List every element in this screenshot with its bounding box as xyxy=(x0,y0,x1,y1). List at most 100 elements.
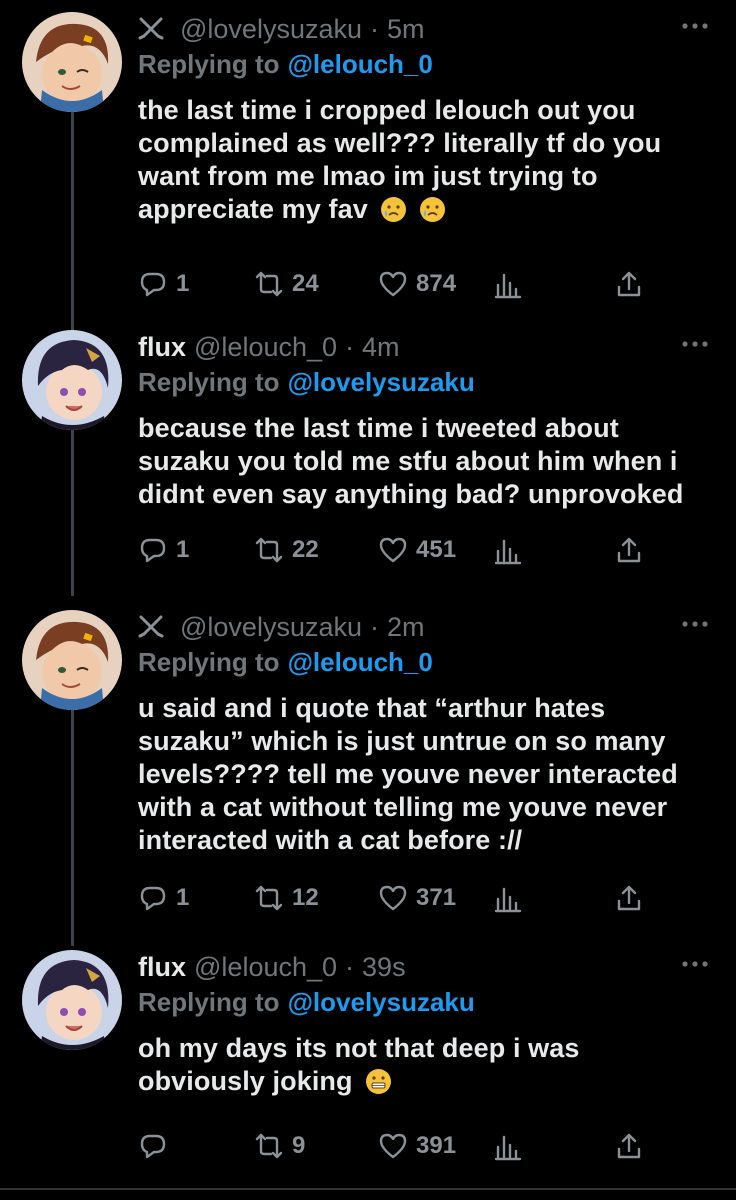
share-button[interactable] xyxy=(614,1126,652,1166)
user-handle[interactable]: @lelouch_0 xyxy=(194,952,337,983)
like-button[interactable]: 391 xyxy=(378,1126,456,1166)
analytics-icon xyxy=(494,887,522,913)
tweet[interactable]: flux @lelouch_0 · 4m Replying to @lovely… xyxy=(0,330,736,590)
like-button[interactable]: 451 xyxy=(378,530,456,570)
reply-button[interactable] xyxy=(138,1126,176,1166)
like-button[interactable]: 874 xyxy=(378,264,456,304)
share-icon xyxy=(617,1133,641,1159)
share-icon xyxy=(617,271,641,297)
timestamp[interactable]: 5m xyxy=(387,14,425,45)
reply-icon xyxy=(140,1134,166,1159)
like-count: 451 xyxy=(416,536,457,563)
like-icon xyxy=(379,885,407,911)
timestamp[interactable]: 2m xyxy=(387,612,425,643)
grimacing-face-emoji xyxy=(366,1069,392,1094)
timestamp[interactable]: 39s xyxy=(362,952,406,983)
retweet-button[interactable]: 22 xyxy=(254,530,319,570)
retweet-button[interactable]: 9 xyxy=(254,1126,305,1166)
like-button[interactable]: 371 xyxy=(378,878,456,918)
avatar[interactable] xyxy=(22,950,122,1050)
share-button[interactable] xyxy=(614,878,652,918)
retweet-button[interactable]: 24 xyxy=(254,264,319,304)
retweet-icon xyxy=(255,271,283,297)
display-name[interactable]: flux xyxy=(138,952,186,983)
share-button[interactable] xyxy=(614,530,652,570)
retweet-icon xyxy=(255,885,283,911)
retweet-count: 22 xyxy=(292,536,319,563)
reply-to-link[interactable]: @lovelysuzaku xyxy=(288,987,475,1018)
retweet-button[interactable]: 12 xyxy=(254,878,319,918)
replying-to: Replying to @lelouch_0 xyxy=(138,644,698,680)
tweet[interactable]: @lovelysuzaku · 5m Replying to @lelouch_… xyxy=(0,12,736,312)
tweet-text-content: oh my days its not that deep i was obvio… xyxy=(138,1033,580,1096)
more-icon[interactable] xyxy=(680,616,710,627)
reply-button[interactable]: 1 xyxy=(138,530,189,570)
retweet-icon xyxy=(255,537,283,563)
reply-to-link[interactable]: @lelouch_0 xyxy=(288,647,433,678)
like-icon xyxy=(379,537,407,563)
tweet[interactable]: flux @lelouch_0 · 39s Replying to @lovel… xyxy=(0,950,736,1180)
analytics-button[interactable] xyxy=(494,1126,532,1166)
user-handle[interactable]: @lelouch_0 xyxy=(194,332,337,363)
display-name[interactable]: flux xyxy=(138,332,186,363)
user-handle[interactable]: @lovelysuzaku xyxy=(180,612,362,643)
tweet-actions: 1 24 874 xyxy=(138,264,658,304)
replying-to-label: Replying to xyxy=(138,366,280,397)
analytics-icon xyxy=(494,539,522,565)
like-count: 874 xyxy=(416,270,457,297)
reply-count: 1 xyxy=(176,270,190,297)
reply-button[interactable]: 1 xyxy=(138,264,189,304)
reply-count: 1 xyxy=(176,536,190,563)
tweet-text-content: u said and i quote that “arthur hates su… xyxy=(138,693,678,855)
reply-to-link[interactable]: @lelouch_0 xyxy=(288,49,433,80)
reply-count: 1 xyxy=(176,884,190,911)
replying-to: Replying to @lelouch_0 xyxy=(138,46,698,82)
tweet-header: flux @lelouch_0 · 4m xyxy=(138,330,698,364)
crying-face-emoji xyxy=(381,197,407,222)
tweet[interactable]: @lovelysuzaku · 2m Replying to @lelouch_… xyxy=(0,610,736,940)
separator-dot: · xyxy=(370,13,379,44)
divider xyxy=(0,1188,736,1190)
replying-to-label: Replying to xyxy=(138,48,280,79)
like-icon xyxy=(379,1133,407,1159)
avatar[interactable] xyxy=(22,330,122,430)
tweet-text: because the last time i tweeted about su… xyxy=(138,412,698,511)
reply-icon xyxy=(140,538,166,563)
share-button[interactable] xyxy=(614,264,652,304)
tweet-text: the last time i cropped lelouch out you … xyxy=(138,94,698,226)
tweet-header: flux @lelouch_0 · 39s xyxy=(138,950,698,984)
avatar[interactable] xyxy=(22,12,122,112)
swords-icon xyxy=(138,16,164,42)
reply-icon xyxy=(140,886,166,911)
more-icon[interactable] xyxy=(680,956,710,967)
more-icon[interactable] xyxy=(680,336,710,347)
replying-to: Replying to @lovelysuzaku xyxy=(138,364,698,400)
share-icon xyxy=(617,537,641,563)
analytics-button[interactable] xyxy=(494,878,532,918)
tweet-text: oh my days its not that deep i was obvio… xyxy=(138,1032,698,1098)
user-handle[interactable]: @lovelysuzaku xyxy=(180,14,362,45)
analytics-icon xyxy=(494,1135,522,1161)
tweet-actions: 9 391 xyxy=(138,1126,658,1166)
separator-dot: · xyxy=(345,951,355,982)
reply-icon xyxy=(140,272,166,297)
tweet-text-content: because the last time i tweeted about su… xyxy=(138,413,684,509)
analytics-button[interactable] xyxy=(494,264,532,304)
conversation-thread: @lovelysuzaku · 5m Replying to @lelouch_… xyxy=(0,0,736,1200)
reply-button[interactable]: 1 xyxy=(138,878,189,918)
separator-dot: · xyxy=(345,331,355,362)
analytics-button[interactable] xyxy=(494,530,532,570)
separator-dot: · xyxy=(370,611,379,642)
replying-to-label: Replying to xyxy=(138,986,280,1017)
reply-to-link[interactable]: @lovelysuzaku xyxy=(288,367,475,398)
analytics-icon xyxy=(494,273,522,299)
timestamp[interactable]: 4m xyxy=(362,332,400,363)
like-count: 391 xyxy=(416,1132,457,1159)
more-icon[interactable] xyxy=(680,18,710,29)
tweet-text: u said and i quote that “arthur hates su… xyxy=(138,692,698,857)
share-icon xyxy=(617,885,641,911)
avatar[interactable] xyxy=(22,610,122,710)
tweet-header: @lovelysuzaku · 2m xyxy=(138,610,698,644)
replying-to: Replying to @lovelysuzaku xyxy=(138,984,698,1020)
tweet-actions: 1 12 371 xyxy=(138,878,658,918)
